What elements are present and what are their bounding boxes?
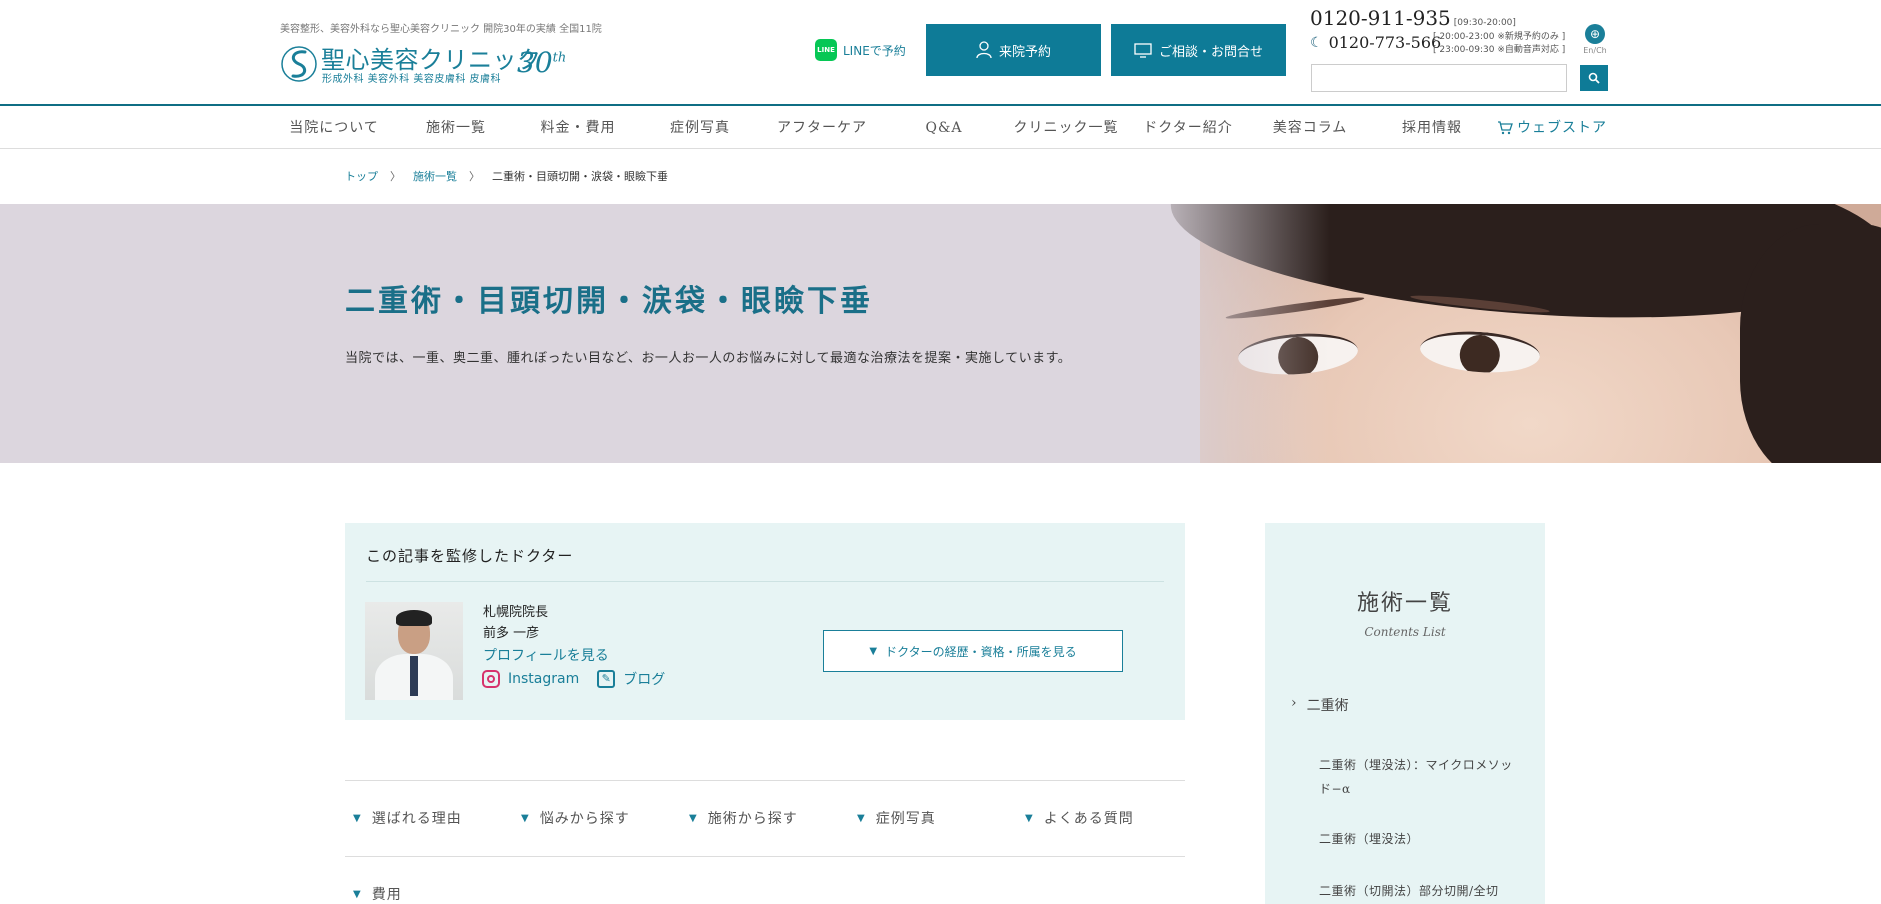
supervising-doctor-card: この記事を監修したドクター 札幌院院長 前多 一彦 プロフィールを見る Inst… (345, 523, 1185, 720)
divider (345, 856, 1185, 857)
search-button[interactable] (1580, 65, 1608, 91)
sidebar-title: 施術一覧 (1356, 591, 1453, 616)
divider (366, 581, 1164, 582)
anchor-treatments[interactable]: ▼ 施術から探す (689, 808, 798, 828)
logo-departments: 形成外科 美容外科 美容皮膚科 皮膚科 (322, 74, 502, 85)
hero-fade (1130, 204, 1330, 463)
anchor-faq[interactable]: ▼ よくある質問 (1025, 808, 1134, 828)
line-reserve-link[interactable]: LINE LINEで予約 (815, 38, 906, 62)
line-reserve-label: LINEで予約 (843, 43, 906, 58)
doctor-card-heading: この記事を監修したドクター (366, 547, 574, 565)
reserve-button[interactable]: 来院予約 (926, 24, 1101, 76)
language-switch[interactable]: ⊕ En/Ch (1582, 24, 1608, 55)
global-nav: 当院について 施術一覧 料金・費用 症例写真 アフターケア Q&A クリニック一… (0, 108, 1881, 149)
nav-item-webstore[interactable]: ウェブストア (1497, 108, 1612, 148)
nav-item-column[interactable]: 美容コラム (1255, 108, 1365, 148)
breadcrumb-top[interactable]: トップ (345, 168, 378, 184)
nav-item-aftercare[interactable]: アフターケア (767, 108, 877, 148)
computer-icon (1134, 43, 1152, 58)
breadcrumb-separator: 〉 (390, 170, 401, 183)
doctor-profile-link[interactable]: プロフィールを見る (483, 645, 609, 665)
phone-night[interactable]: ☾ 0120-773-566 (1310, 33, 1441, 52)
breadcrumb: トップ 〉 施術一覧 〉 二重術・目頭切開・涙袋・眼瞼下垂 (345, 168, 668, 184)
consult-button[interactable]: ご相談・お問合せ (1111, 24, 1286, 76)
phone-main[interactable]: 0120-911-935 [09:30-20:00] (1310, 6, 1516, 30)
doctor-title: 札幌院院長 (483, 605, 549, 620)
nav-item-cases[interactable]: 症例写真 (645, 108, 755, 148)
sidebar-subtitle: Contents List (1364, 625, 1446, 639)
person-icon (976, 41, 992, 59)
doctor-photo (365, 602, 463, 700)
breadcrumb-current: 二重術・目頭切開・涙袋・眼瞼下垂 (492, 170, 668, 183)
logo-mark-icon (281, 46, 317, 82)
nav-item-about[interactable]: 当院について (279, 108, 389, 148)
instagram-icon (482, 670, 500, 688)
cart-icon (1498, 121, 1513, 135)
chevron-down-icon: ▼ (857, 812, 866, 824)
blog-link[interactable]: ✎ ブログ (597, 669, 665, 689)
nav-item-treatments[interactable]: 施術一覧 (401, 108, 511, 148)
chevron-down-icon: ▼ (689, 812, 698, 824)
doctor-career-button[interactable]: ▼ ドクターの経歴・資格・所属を見る (823, 630, 1123, 672)
chevron-down-icon: ▼ (1025, 812, 1034, 824)
breadcrumb-separator: 〉 (469, 170, 480, 183)
chevron-right-icon: › (1291, 695, 1297, 711)
chevron-down-icon: ▼ (869, 645, 878, 657)
chevron-down-icon: ▼ (353, 812, 362, 824)
globe-icon: ⊕ (1585, 24, 1605, 44)
nav-item-clinics[interactable]: クリニック一覧 (1011, 108, 1121, 148)
hero-banner: 二重術・目頭切開・涙袋・眼瞼下垂 当院では、一重、奥二重、腫れぼったい目など、お… (0, 204, 1881, 463)
sidebar-link[interactable]: 二重術（埋没法） (1319, 827, 1519, 851)
search-input[interactable] (1311, 64, 1567, 92)
doctor-name: 前多 一彦 (483, 626, 540, 641)
site-logo[interactable]: 聖心美容クリニック 30th 形成外科 美容外科 美容皮膚科 皮膚科 (279, 38, 579, 85)
page-title: 二重術・目頭切開・涙袋・眼瞼下垂 (345, 284, 873, 319)
sidebar-category[interactable]: › 二重術 (1291, 695, 1349, 715)
anchor-cases[interactable]: ▼ 症例写真 (857, 808, 936, 828)
anchor-worries[interactable]: ▼ 悩みから探す (521, 808, 630, 828)
nav-item-recruit[interactable]: 採用情報 (1377, 108, 1487, 148)
moon-icon: ☾ (1310, 34, 1323, 51)
logo-anniversary: 30th (517, 46, 567, 79)
divider (345, 780, 1185, 781)
nav-item-qa[interactable]: Q&A (889, 108, 999, 148)
sidebar-contents: 施術一覧 Contents List › 二重術 二重術（埋没法）：マイクロメソッ… (1265, 523, 1545, 904)
phone-night-notes: [ 20:00-23:00 ※新規予約のみ ] [ 23:00-09:30 ※自… (1433, 32, 1566, 55)
consult-label: ご相談・お問合せ (1158, 44, 1263, 60)
sidebar-link[interactable]: 二重術（切開法）部分切開/全切 (1319, 879, 1519, 903)
anchor-reasons[interactable]: ▼ 選ばれる理由 (353, 808, 462, 828)
reserve-label: 来院予約 (998, 44, 1051, 60)
header-tagline: 美容整形、美容外科なら聖心美容クリニック 開院30年の実績 全国11院 (280, 24, 602, 35)
search-icon (1588, 72, 1600, 84)
nav-item-prices[interactable]: 料金・費用 (523, 108, 633, 148)
site-header: 美容整形、美容外科なら聖心美容クリニック 開院30年の実績 全国11院 聖心美容… (0, 0, 1881, 106)
chevron-down-icon: ▼ (353, 888, 362, 900)
hero-hair-side (1740, 224, 1881, 463)
breadcrumb-treatments[interactable]: 施術一覧 (413, 168, 457, 184)
anchor-cost[interactable]: ▼ 費用 (353, 884, 402, 904)
chevron-down-icon: ▼ (521, 812, 530, 824)
line-icon: LINE (815, 39, 837, 61)
instagram-link[interactable]: Instagram (482, 669, 579, 689)
hero-description: 当院では、一重、奥二重、腫れぼったい目など、お一人お一人のお悩みに対して最適な治… (345, 351, 1072, 366)
pencil-icon: ✎ (597, 670, 616, 688)
nav-item-doctors[interactable]: ドクター紹介 (1133, 108, 1243, 148)
doctor-social-links: Instagram ✎ ブログ (482, 669, 665, 689)
sidebar-link[interactable]: 二重術（埋没法）：マイクロメソッド−α (1319, 753, 1519, 801)
